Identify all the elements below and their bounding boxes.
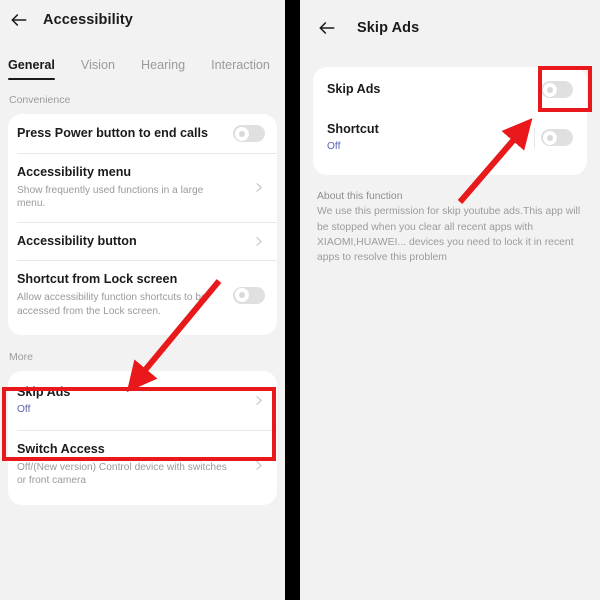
tab-hearing[interactable]: Hearing bbox=[141, 58, 185, 76]
row-shortcut-from-lock-screen[interactable]: Shortcut from Lock screen Allow accessib… bbox=[8, 261, 277, 329]
about-title: About this function bbox=[317, 191, 403, 203]
row-skip-ads[interactable]: Skip Ads Off bbox=[8, 371, 277, 430]
tab-bar: General Vision Hearing Interaction bbox=[0, 50, 285, 80]
toggle-shortcut[interactable] bbox=[541, 129, 573, 147]
row-texts: Accessibility menu Show frequently used … bbox=[17, 165, 245, 211]
row-texts: Switch Access Off/(New version) Control … bbox=[17, 442, 245, 488]
toggle-press-power-button[interactable] bbox=[233, 125, 265, 142]
page-title: Accessibility bbox=[43, 12, 133, 28]
arrow-left-icon[interactable] bbox=[317, 18, 337, 38]
toggle-knob bbox=[234, 126, 249, 141]
row-title: Skip Ads bbox=[17, 385, 71, 400]
row-texts: Press Power button to end calls bbox=[17, 126, 227, 142]
row-accessibility-button[interactable]: Accessibility button bbox=[8, 223, 277, 261]
row-subtitle: Allow accessibility function shortcuts t… bbox=[17, 292, 207, 317]
row-title: Accessibility button bbox=[17, 233, 137, 248]
toggle-knob bbox=[542, 130, 557, 145]
convenience-card: Press Power button to end calls Accessib… bbox=[8, 114, 277, 336]
row-title: Shortcut bbox=[327, 122, 379, 136]
row-shortcut[interactable]: Shortcut Off bbox=[313, 112, 587, 165]
row-title: Shortcut from Lock screen bbox=[17, 272, 178, 287]
chevron-right-icon[interactable] bbox=[251, 181, 265, 195]
row-subtitle: Off/(New version) Control device with sw… bbox=[17, 461, 227, 487]
row-switch-access[interactable]: Switch Access Off/(New version) Control … bbox=[8, 431, 277, 499]
row-press-power-button[interactable]: Press Power button to end calls bbox=[8, 114, 277, 153]
skip-ads-card: Skip Ads Shortcut Off bbox=[313, 67, 587, 176]
arrow-left-icon[interactable] bbox=[9, 10, 29, 30]
section-label-convenience: Convenience bbox=[9, 94, 71, 106]
row-skip-ads-toggle[interactable]: Skip Ads bbox=[313, 67, 587, 112]
more-card: Skip Ads Off Switch Access Off/(New vers… bbox=[8, 371, 277, 505]
row-texts: Skip Ads bbox=[327, 82, 535, 98]
right-panel-header: Skip Ads bbox=[300, 13, 600, 43]
screenshot-root: Accessibility General Vision Hearing Int… bbox=[0, 0, 600, 600]
panel-divider bbox=[285, 0, 300, 600]
row-value: Off bbox=[17, 403, 31, 415]
vertical-divider bbox=[534, 127, 535, 148]
row-texts: Shortcut from Lock screen Allow accessib… bbox=[17, 272, 227, 318]
section-label-more: More bbox=[9, 351, 33, 364]
toggle-shortcut-from-lock-screen[interactable] bbox=[233, 286, 265, 304]
row-accessibility-menu[interactable]: Accessibility menu Show frequently used … bbox=[8, 154, 277, 222]
tab-general[interactable]: General bbox=[8, 58, 55, 80]
left-panel-header: Accessibility bbox=[0, 5, 285, 35]
tab-vision[interactable]: Vision bbox=[81, 58, 115, 76]
row-title: Skip Ads bbox=[327, 81, 381, 96]
row-texts: Skip Ads Off bbox=[17, 385, 245, 416]
chevron-right-icon[interactable] bbox=[251, 394, 265, 408]
chevron-right-icon[interactable] bbox=[251, 235, 265, 249]
toggle-skip-ads[interactable] bbox=[541, 81, 573, 98]
toggle-knob bbox=[234, 288, 249, 303]
chevron-right-icon[interactable] bbox=[251, 458, 265, 472]
row-texts: Accessibility button bbox=[17, 234, 245, 250]
row-title: Switch Access bbox=[17, 442, 105, 457]
page-title: Skip Ads bbox=[357, 20, 420, 36]
row-title: Accessibility menu bbox=[17, 165, 132, 179]
tab-interaction[interactable]: Interaction bbox=[211, 58, 270, 76]
row-title: Press Power button to end calls bbox=[17, 125, 209, 140]
row-subtitle: Show frequently used functions in a larg… bbox=[17, 184, 204, 210]
skip-ads-settings-panel: Skip Ads Skip Ads Shortcut Off About thi… bbox=[300, 0, 600, 600]
row-texts: Shortcut Off bbox=[327, 122, 530, 153]
row-value: Off bbox=[327, 140, 341, 152]
about-this-function-section: About this function We use this permissi… bbox=[300, 175, 600, 266]
accessibility-settings-panel: Accessibility General Vision Hearing Int… bbox=[0, 0, 285, 600]
about-body: We use this permission for skip youtube … bbox=[317, 206, 581, 264]
toggle-knob bbox=[542, 82, 557, 97]
